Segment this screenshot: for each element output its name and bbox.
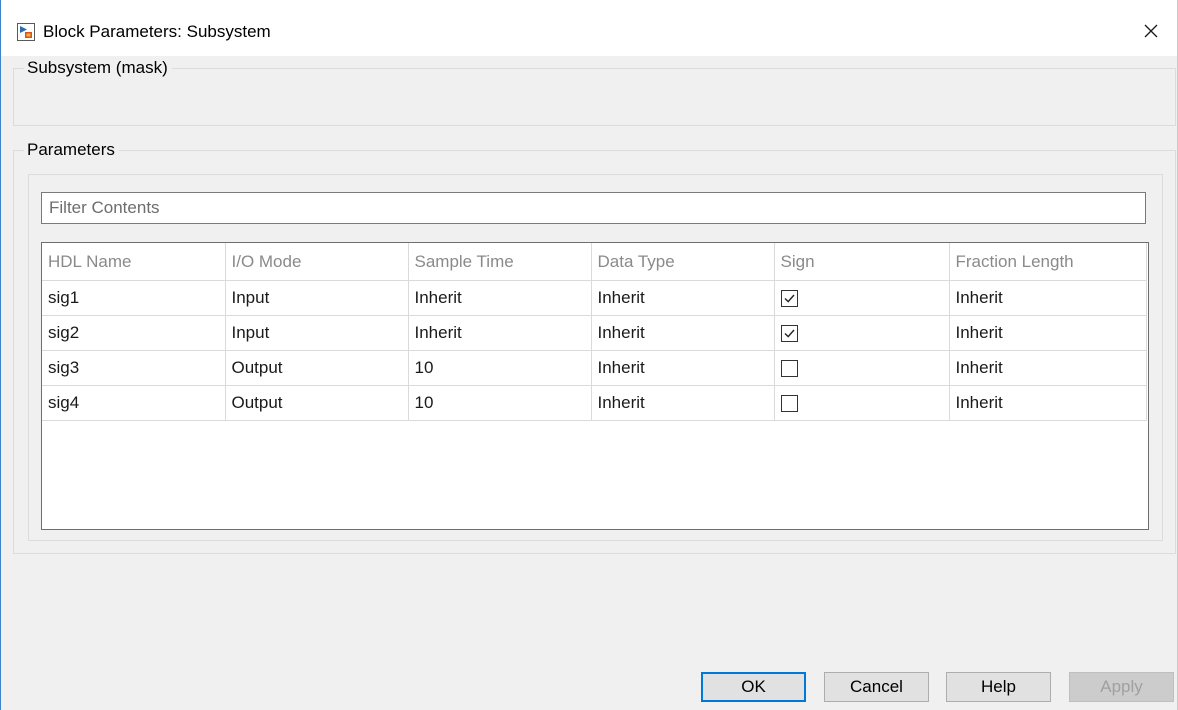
table-row: sig3 Output 10 Inherit Inherit bbox=[42, 350, 1147, 386]
mask-description-group: Subsystem (mask) bbox=[13, 58, 1176, 126]
column-header-hdl-name[interactable]: HDL Name bbox=[42, 243, 226, 281]
block-parameters-dialog: Block Parameters: Subsystem Subsystem (m… bbox=[0, 0, 1178, 710]
data-type-cell[interactable]: Inherit bbox=[591, 350, 775, 386]
cancel-button[interactable]: Cancel bbox=[824, 672, 929, 702]
io-mode-cell[interactable]: Input bbox=[225, 315, 409, 351]
table-row: sig4 Output 10 Inherit Inherit bbox=[42, 385, 1147, 421]
fraction-length-cell[interactable]: Inherit bbox=[949, 350, 1147, 386]
hdl-name-cell[interactable]: sig4 bbox=[42, 385, 226, 421]
column-header-data-type[interactable]: Data Type bbox=[591, 243, 775, 281]
io-mode-cell[interactable]: Input bbox=[225, 280, 409, 316]
sample-time-cell[interactable]: Inherit bbox=[408, 280, 592, 316]
apply-button: Apply bbox=[1069, 672, 1174, 702]
fraction-length-cell[interactable]: Inherit bbox=[949, 385, 1147, 421]
ok-button[interactable]: OK bbox=[701, 672, 806, 702]
title-bar: Block Parameters: Subsystem bbox=[1, 0, 1177, 56]
help-button[interactable]: Help bbox=[946, 672, 1051, 702]
close-button[interactable] bbox=[1133, 14, 1169, 48]
parameters-table: HDL Name I/O Mode Sample Time Data Type … bbox=[41, 242, 1149, 530]
hdl-name-cell[interactable]: sig3 bbox=[42, 350, 226, 386]
sample-time-cell[interactable]: Inherit bbox=[408, 315, 592, 351]
sign-checkbox[interactable] bbox=[780, 325, 798, 343]
window-title: Block Parameters: Subsystem bbox=[43, 22, 271, 41]
checkmark-icon bbox=[784, 294, 795, 303]
filter-contents-input[interactable] bbox=[41, 192, 1146, 224]
sign-cell bbox=[774, 315, 950, 351]
sample-time-cell[interactable]: 10 bbox=[408, 385, 592, 421]
table-row: sig2 Input Inherit Inherit Inherit bbox=[42, 315, 1147, 351]
fraction-length-cell[interactable]: Inherit bbox=[949, 315, 1147, 351]
data-type-cell[interactable]: Inherit bbox=[591, 315, 775, 351]
fraction-length-cell[interactable]: Inherit bbox=[949, 280, 1147, 316]
column-header-fraction-length[interactable]: Fraction Length bbox=[949, 243, 1147, 281]
data-type-cell[interactable]: Inherit bbox=[591, 385, 775, 421]
column-header-sample-time[interactable]: Sample Time bbox=[408, 243, 592, 281]
mask-group-legend: Subsystem (mask) bbox=[27, 58, 168, 77]
sample-time-cell[interactable]: 10 bbox=[408, 350, 592, 386]
simulink-block-icon bbox=[17, 23, 35, 41]
io-mode-cell[interactable]: Output bbox=[225, 385, 409, 421]
hdl-name-cell[interactable]: sig1 bbox=[42, 280, 226, 316]
sign-checkbox[interactable] bbox=[780, 395, 798, 413]
sign-cell bbox=[774, 280, 950, 316]
sign-checkbox[interactable] bbox=[780, 290, 798, 308]
hdl-name-cell[interactable]: sig2 bbox=[42, 315, 226, 351]
table-header-row: HDL Name I/O Mode Sample Time Data Type … bbox=[42, 243, 1147, 281]
table-row: sig1 Input Inherit Inherit Inherit bbox=[42, 280, 1147, 316]
parameters-group-legend: Parameters bbox=[27, 140, 115, 159]
sign-checkbox[interactable] bbox=[780, 360, 798, 378]
io-mode-cell[interactable]: Output bbox=[225, 350, 409, 386]
close-icon bbox=[1144, 24, 1158, 38]
sign-cell bbox=[774, 350, 950, 386]
checkmark-icon bbox=[784, 329, 795, 338]
data-type-cell[interactable]: Inherit bbox=[591, 280, 775, 316]
column-header-io-mode[interactable]: I/O Mode bbox=[225, 243, 409, 281]
sign-cell bbox=[774, 385, 950, 421]
column-header-sign[interactable]: Sign bbox=[774, 243, 950, 281]
